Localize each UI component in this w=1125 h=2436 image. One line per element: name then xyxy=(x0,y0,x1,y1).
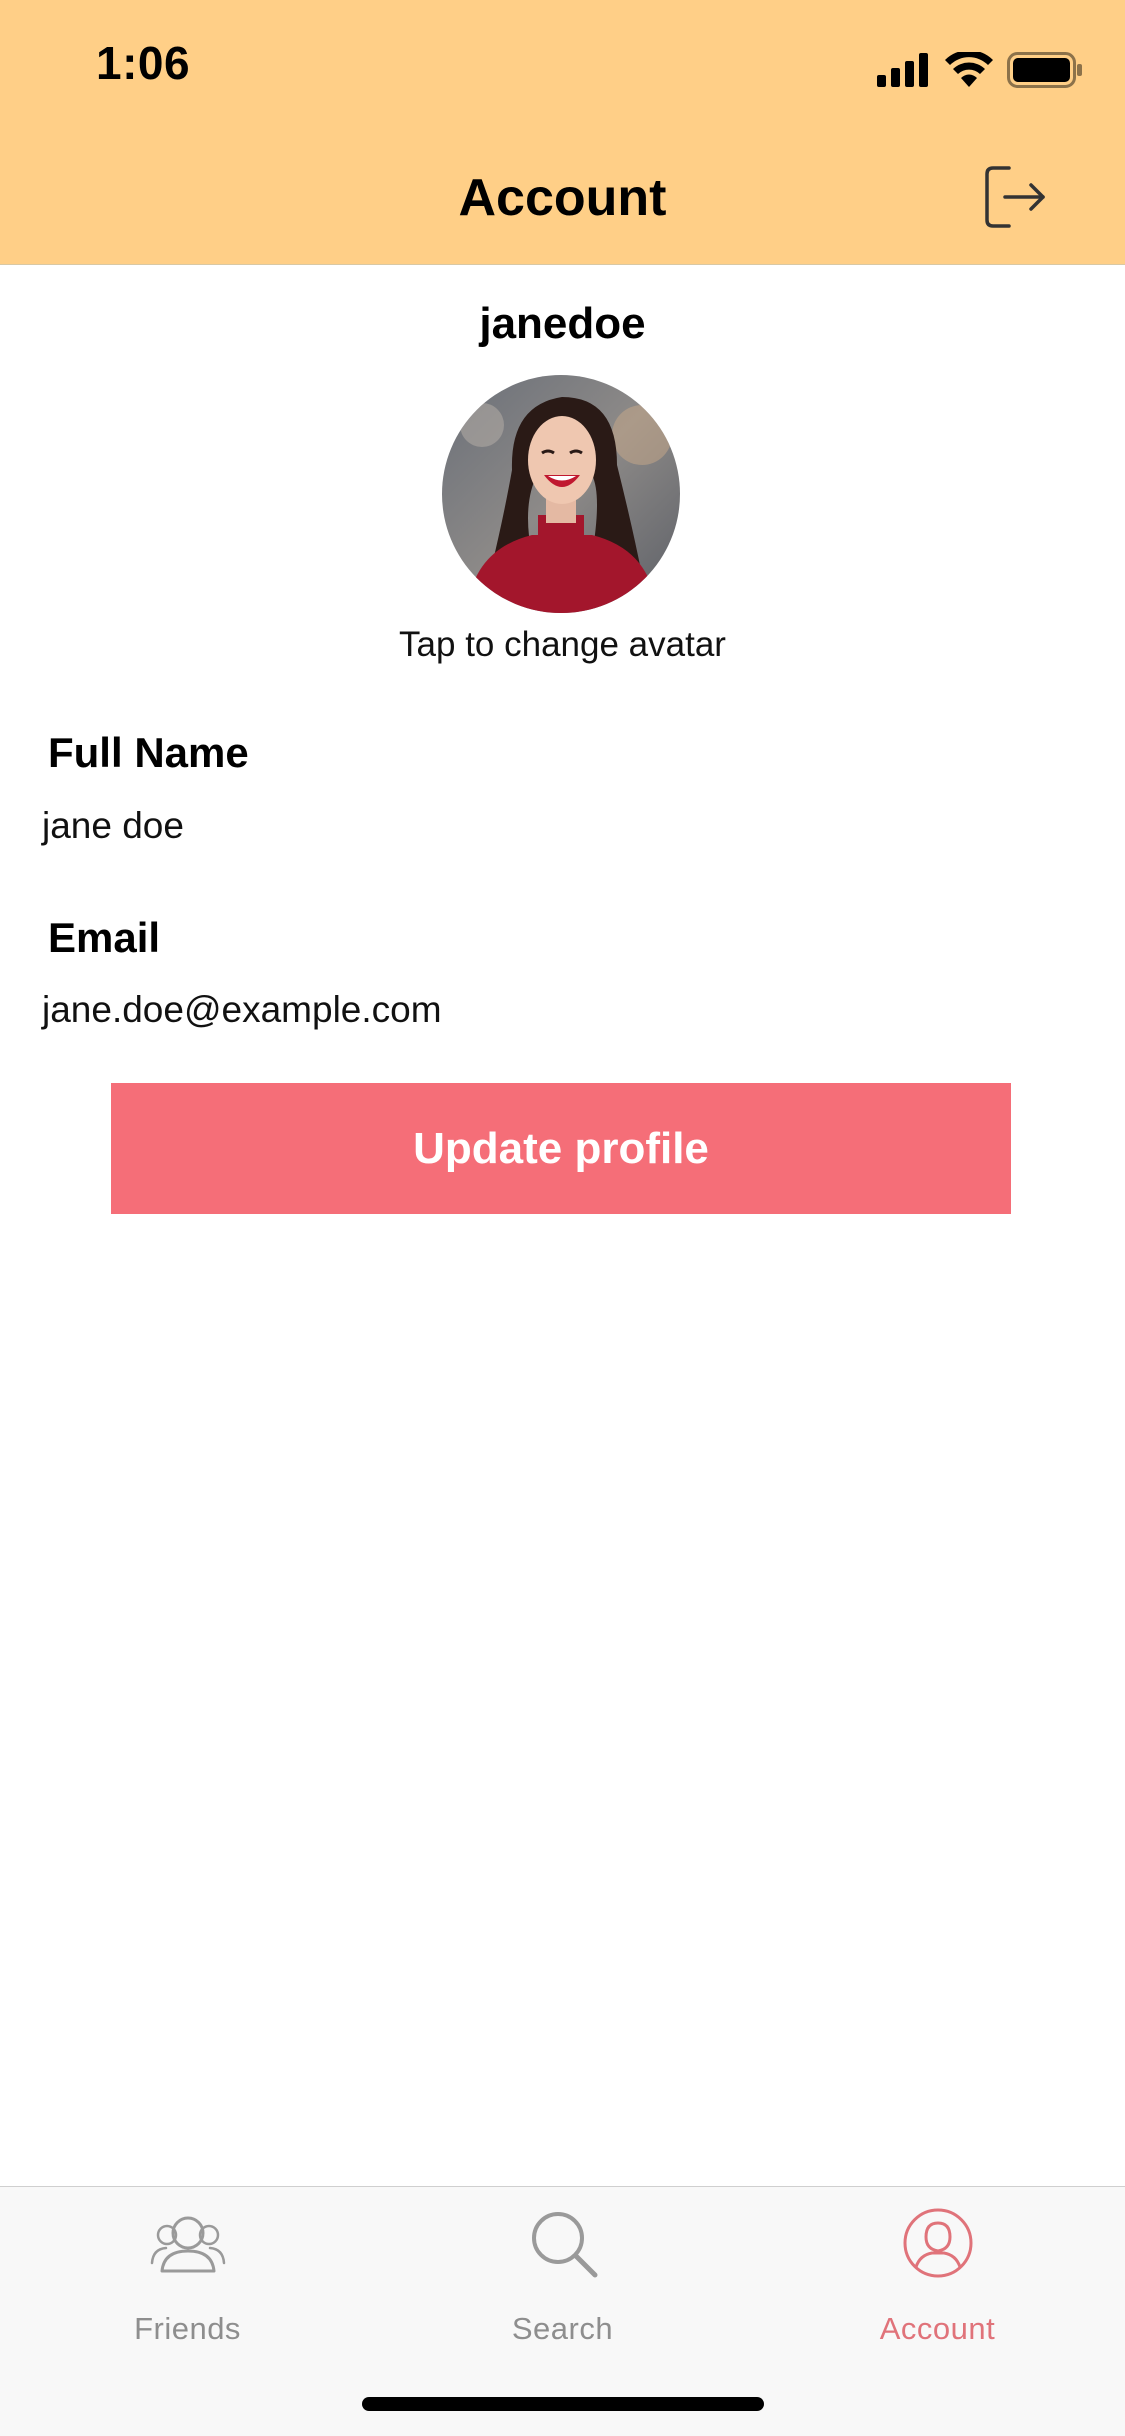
avatar[interactable] xyxy=(442,375,680,613)
battery-icon xyxy=(1007,52,1082,88)
status-icons xyxy=(877,50,1083,90)
page-title: Account xyxy=(458,169,667,227)
full-name-field[interactable]: jane doe xyxy=(42,801,1082,851)
change-avatar-hint[interactable]: Tap to change avatar xyxy=(0,622,1125,668)
home-indicator[interactable] xyxy=(362,2397,764,2411)
tab-friends[interactable]: Friends xyxy=(0,2187,375,2377)
tab-search[interactable]: Search xyxy=(375,2187,750,2377)
avatar-photo xyxy=(442,375,680,613)
logout-icon xyxy=(985,166,1045,228)
tab-label-search: Search xyxy=(511,2311,614,2346)
tab-label-account: Account xyxy=(879,2311,996,2346)
header-bar: 1:06 Account xyxy=(0,0,1125,265)
update-profile-button[interactable]: Update profile xyxy=(111,1083,1011,1214)
full-name-label: Full Name xyxy=(48,729,249,776)
friends-icon xyxy=(150,2216,226,2273)
email-field[interactable]: jane.doe@example.com xyxy=(42,985,1082,1035)
status-time: 1:06 xyxy=(96,37,191,89)
tab-account[interactable]: Account xyxy=(750,2187,1125,2377)
account-icon xyxy=(903,2208,973,2278)
search-icon xyxy=(532,2212,598,2278)
cellular-signal-icon xyxy=(877,53,928,87)
logout-button[interactable] xyxy=(983,164,1047,230)
wifi-icon xyxy=(945,52,993,87)
tab-label-friends: Friends xyxy=(134,2311,241,2346)
username: janedoe xyxy=(479,299,646,348)
email-label: Email xyxy=(48,914,161,961)
